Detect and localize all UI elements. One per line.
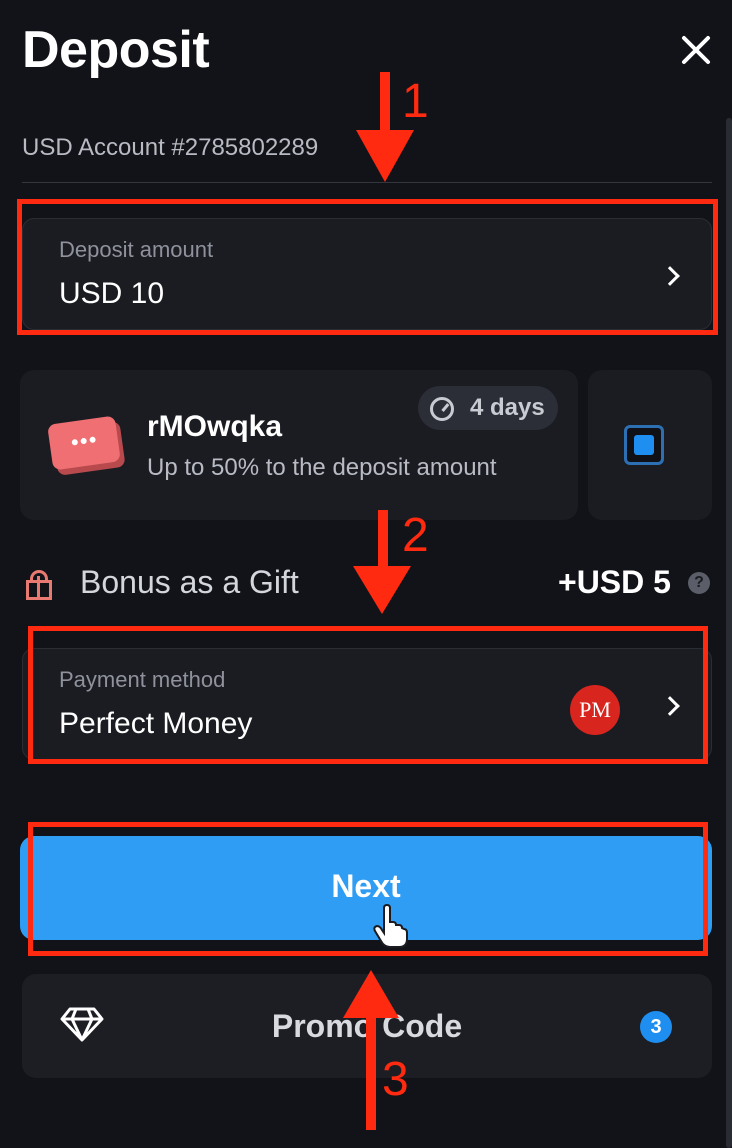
annotation-step-2: 2 bbox=[402, 509, 429, 562]
annotation-step-3: 3 bbox=[382, 1053, 409, 1106]
timer-icon bbox=[430, 397, 454, 421]
promo-code-button[interactable]: Promo Code 3 bbox=[22, 974, 712, 1078]
help-icon[interactable]: ? bbox=[688, 572, 710, 594]
ticket-icon bbox=[47, 415, 121, 471]
next-button-label: Next bbox=[331, 868, 401, 904]
annotation-step-1: 1 bbox=[402, 75, 429, 128]
page-title: Deposit bbox=[22, 21, 210, 79]
gift-icon bbox=[24, 570, 54, 600]
close-icon[interactable] bbox=[676, 30, 716, 70]
divider bbox=[22, 182, 712, 183]
bonus-label: Bonus as a Gift bbox=[80, 564, 299, 600]
hand-cursor-icon bbox=[373, 904, 408, 948]
chevron-right-icon bbox=[660, 696, 680, 716]
bonus-value: +USD 5 bbox=[558, 564, 671, 600]
deposit-amount-label: Deposit amount bbox=[59, 237, 214, 262]
payment-method-label: Payment method bbox=[59, 667, 226, 692]
days-left-chip: 4 days bbox=[418, 386, 558, 430]
promo-code-label: Promo Code bbox=[271, 1008, 463, 1044]
chevron-right-icon bbox=[660, 266, 680, 286]
next-button[interactable]: Next bbox=[20, 836, 712, 940]
deposit-amount-value: USD 10 bbox=[59, 277, 165, 310]
account-label: USD Account #2785802289 bbox=[22, 134, 319, 161]
promo-description: Up to 50% to the deposit amount bbox=[147, 454, 497, 481]
promo-checkbox-card[interactable] bbox=[588, 370, 712, 520]
perfect-money-logo: PM bbox=[570, 685, 620, 735]
promo-code-count-badge: 3 bbox=[640, 1011, 672, 1043]
promo-name: rMOwqka bbox=[147, 410, 283, 443]
promo-card: rMOwqka Up to 50% to the deposit amount … bbox=[20, 370, 578, 520]
payment-method-value: Perfect Money bbox=[59, 707, 253, 740]
days-left-text: 4 days bbox=[470, 394, 545, 421]
promo-checkbox[interactable] bbox=[624, 425, 664, 465]
scrollbar[interactable] bbox=[726, 118, 732, 1148]
deposit-amount-field[interactable]: Deposit amount USD 10 bbox=[22, 218, 712, 330]
